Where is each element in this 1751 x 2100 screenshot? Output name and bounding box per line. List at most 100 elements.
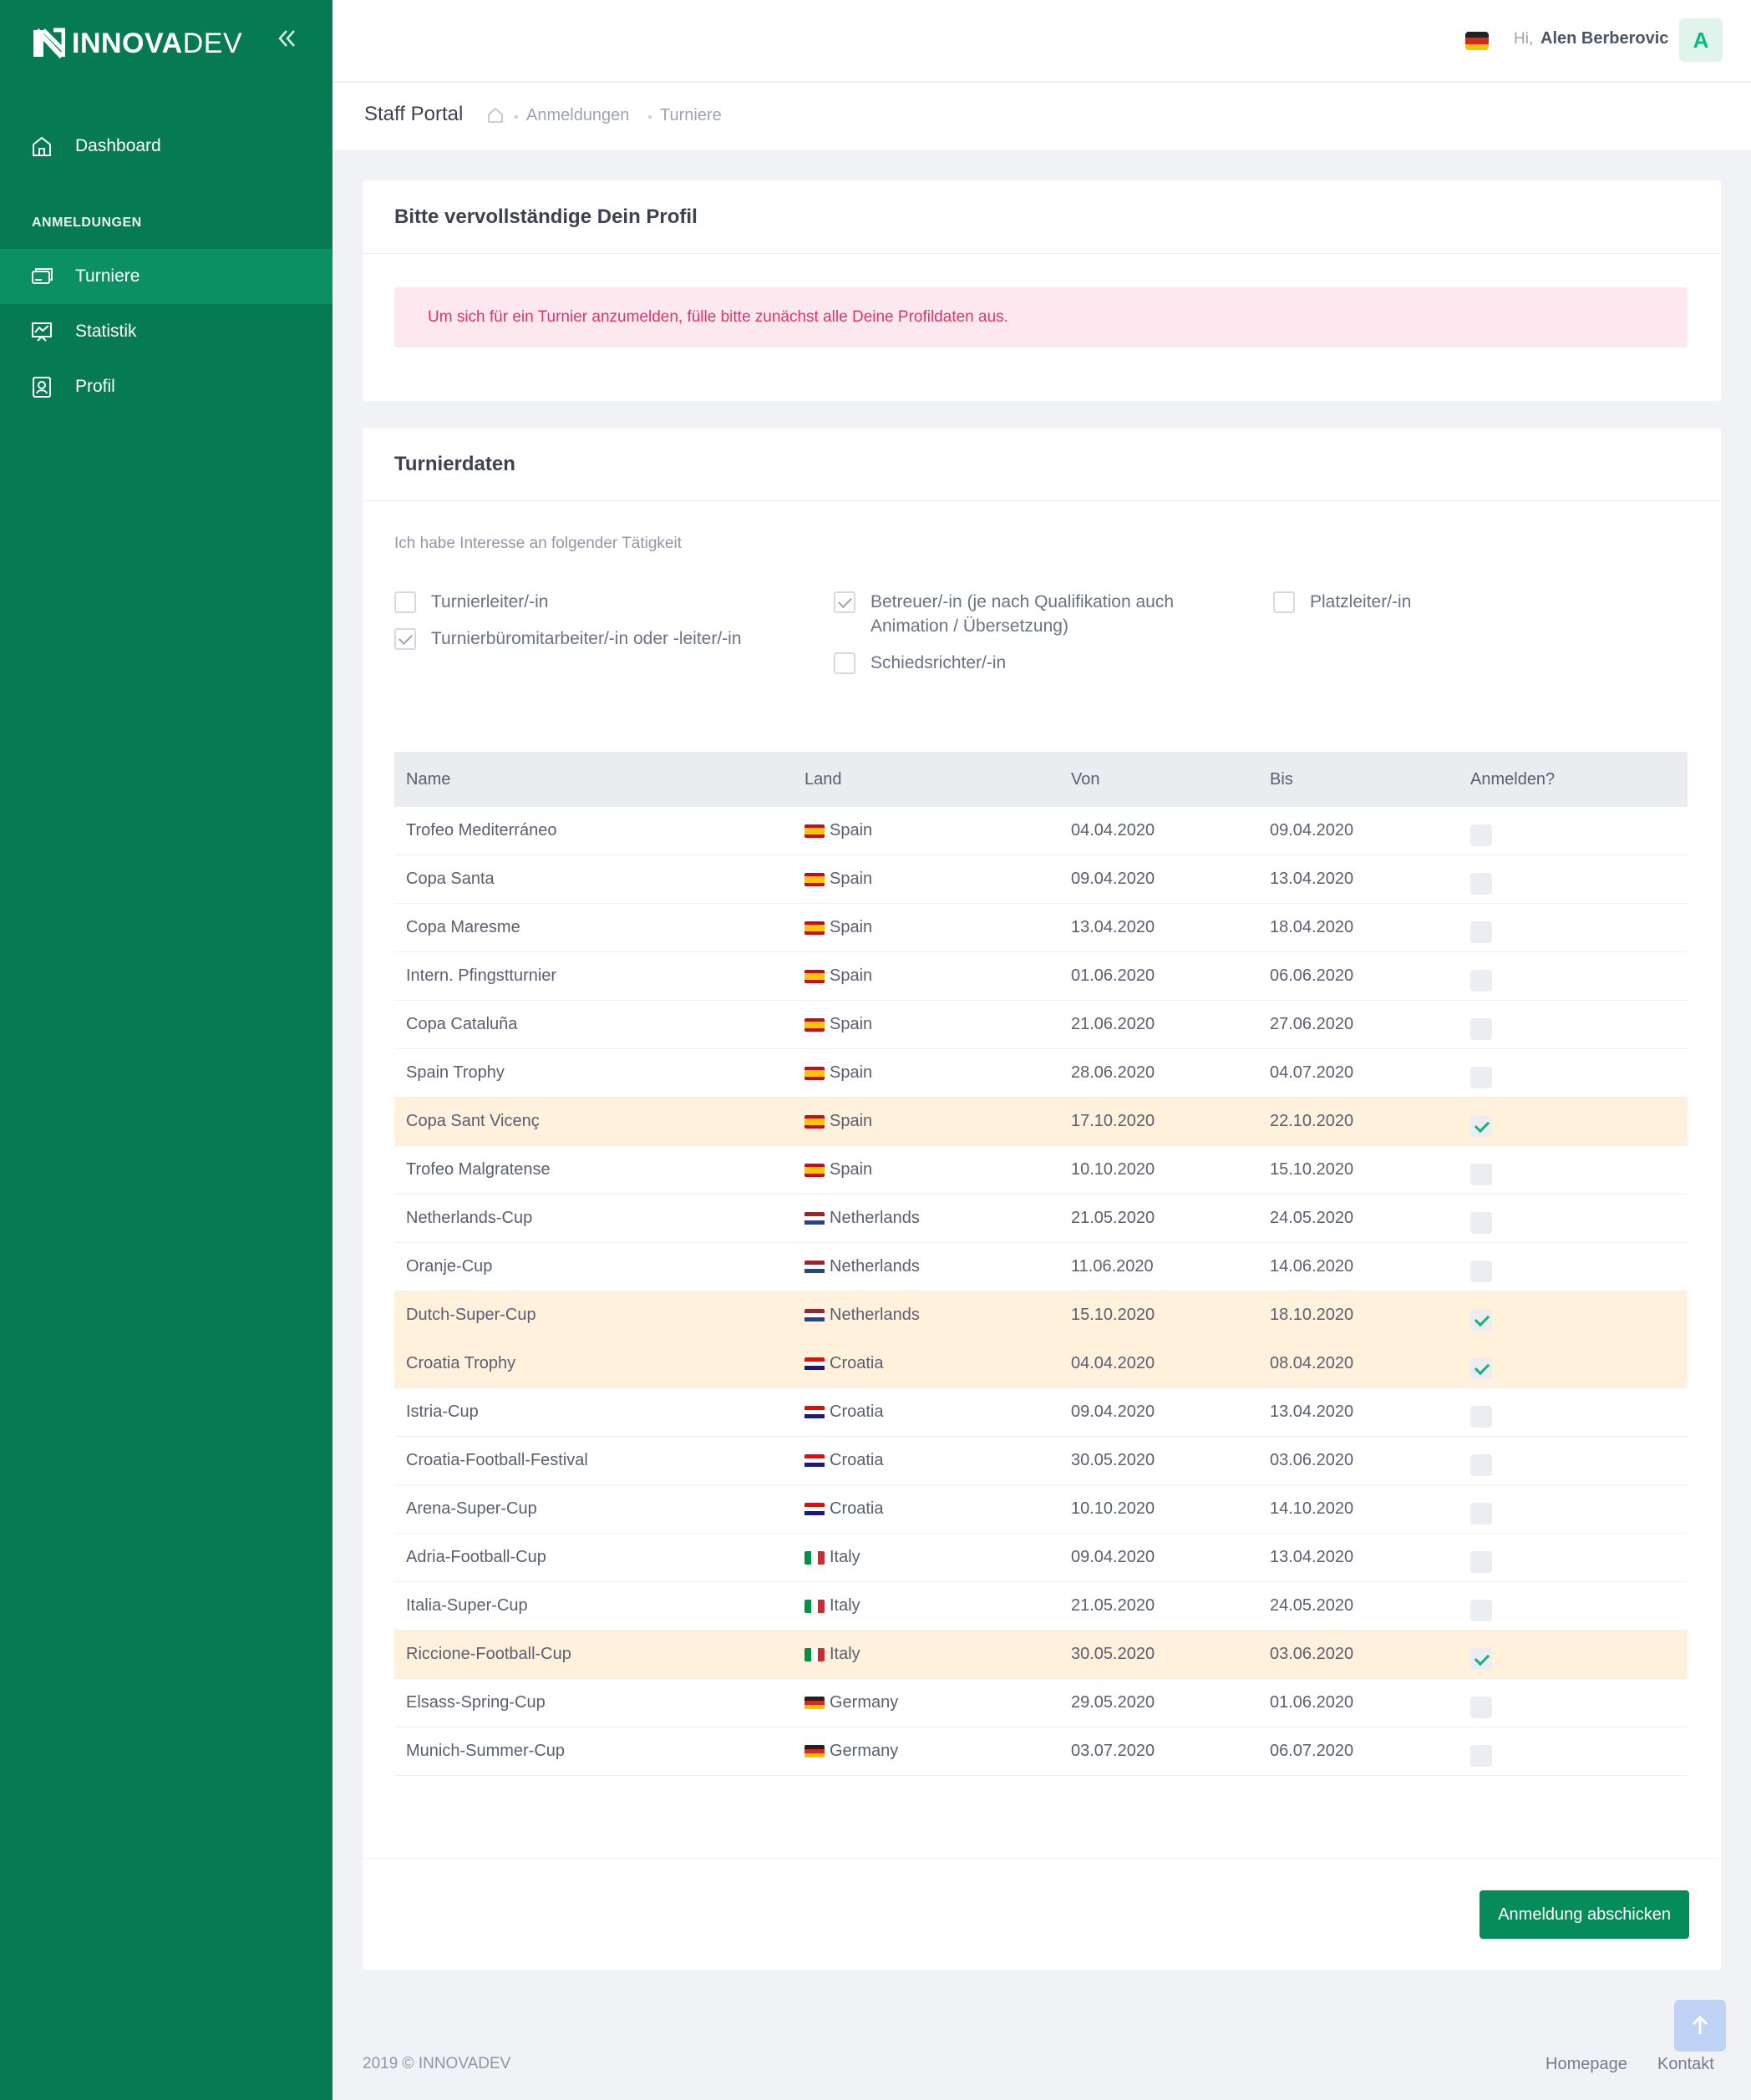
croatia-flag-icon (804, 1357, 825, 1371)
register-checkbox[interactable] (1470, 1405, 1492, 1428)
register-checkbox[interactable] (1470, 824, 1492, 846)
register-checkbox[interactable] (1470, 1357, 1492, 1379)
register-checkbox[interactable] (1470, 1066, 1492, 1088)
tournament-country: Spain (804, 966, 1071, 986)
breadcrumb-separator (648, 115, 652, 119)
tournament-country: Italy (804, 1645, 1071, 1664)
avatar[interactable]: A (1679, 18, 1723, 62)
tournament-country: Germany (804, 1742, 1071, 1761)
register-checkbox[interactable] (1470, 1017, 1492, 1040)
column-header-von[interactable]: Von (1071, 770, 1270, 789)
spain-flag-icon (804, 1114, 825, 1129)
tournament-name: Trofeo Malgratense (406, 1160, 551, 1179)
register-checkbox[interactable] (1470, 969, 1492, 992)
column-header-land[interactable]: Land (804, 770, 1071, 789)
tournament-name: Copa Cataluña (406, 1015, 518, 1033)
logo[interactable]: INNOVADEV (32, 25, 242, 62)
breadcrumb-anmeldungen[interactable]: Anmeldungen (526, 106, 629, 125)
submit-registration-button[interactable]: Anmeldung abschicken (1479, 1890, 1689, 1939)
footer-link-homepage[interactable]: Homepage (1545, 2055, 1627, 2074)
register-checkbox[interactable] (1470, 1550, 1492, 1573)
tournament-country: Italy (804, 1596, 1071, 1616)
germany-flag-icon (804, 1696, 825, 1710)
register-cell (1470, 1591, 1688, 1621)
collapse-sidebar-button[interactable] (272, 23, 302, 53)
register-checkbox[interactable] (1470, 1744, 1492, 1767)
statistics-icon (32, 322, 52, 342)
tournament-from-date: 21.05.2020 (1071, 1209, 1155, 1227)
tournament-country: Spain (804, 1160, 1071, 1179)
tournament-name: Netherlands-Cup (406, 1209, 533, 1227)
subheader: Staff Portal Anmeldungen Turniere (332, 83, 1751, 150)
scroll-to-top-button[interactable] (1674, 2000, 1726, 2052)
role-checkbox[interactable] (394, 591, 416, 613)
table-row: Adria-Football-Cup Italy 09.04.2020 13.04.2… (394, 1534, 1688, 1582)
tournament-to-date: 18.10.2020 (1270, 1306, 1354, 1324)
sidebar-item-dashboard[interactable]: Dashboard (0, 119, 332, 174)
spain-flag-icon (804, 921, 825, 935)
column-header-name[interactable]: Name (394, 770, 804, 789)
sidebar-item-turniere[interactable]: Turniere (0, 249, 332, 304)
language-flag-icon[interactable] (1465, 32, 1489, 50)
italy-flag-icon (804, 1599, 825, 1613)
role-checkbox[interactable] (394, 628, 416, 650)
role-checkbox[interactable] (834, 591, 855, 613)
tournament-country: Spain (804, 918, 1071, 937)
tournament-name: Arena-Super-Cup (406, 1499, 537, 1518)
profile-alert: Um sich für ein Turnier anzumelden, füll… (394, 287, 1688, 347)
register-checkbox[interactable] (1470, 1211, 1492, 1234)
role-platzleiter[interactable]: Platzleiter/-in (1273, 590, 1411, 614)
spain-flag-icon (804, 969, 825, 983)
register-checkbox[interactable] (1470, 1696, 1492, 1718)
tournament-country: Netherlands (804, 1306, 1071, 1325)
column-header-anmelden: Anmelden? (1470, 769, 1556, 789)
user-name[interactable]: Alen Berberovic (1540, 29, 1668, 48)
sidebar-item-label: Profil (75, 377, 115, 396)
tournament-country: Croatia (804, 1403, 1071, 1422)
tournament-country: Croatia (804, 1354, 1071, 1373)
register-checkbox[interactable] (1470, 1502, 1492, 1524)
brand-name: INNOVADEV (72, 27, 243, 59)
tournament-country: Spain (804, 870, 1071, 889)
table-row: Copa Maresme Spain 13.04.2020 18.04.2020 (394, 904, 1688, 952)
page-footer: 2019 © INNOVADEV Homepage Kontakt (332, 2028, 1751, 2100)
register-cell (1470, 1349, 1688, 1379)
footer-link-kontakt[interactable]: Kontakt (1657, 2055, 1714, 2074)
register-checkbox[interactable] (1470, 1163, 1492, 1185)
register-checkbox[interactable] (1470, 1308, 1492, 1331)
tournament-to-date: 18.04.2020 (1270, 918, 1354, 936)
tournament-country: Italy (804, 1548, 1071, 1567)
role-betreuer[interactable]: Betreuer/-in (je nach Qualifikation auch… (834, 590, 1174, 638)
role-checkbox[interactable] (834, 652, 855, 674)
register-checkbox[interactable] (1470, 1260, 1492, 1282)
tournament-to-date: 22.10.2020 (1270, 1112, 1354, 1130)
register-cell (1470, 1494, 1688, 1524)
register-checkbox[interactable] (1470, 1647, 1492, 1670)
home-icon[interactable] (486, 106, 505, 124)
sidebar-item-profil[interactable]: Profil (0, 359, 332, 414)
register-cell (1470, 961, 1688, 992)
role-turnierbuero[interactable]: Turnierbüromitarbeiter/-in oder -leiter/… (394, 626, 742, 651)
breadcrumb-turniere[interactable]: Turniere (660, 106, 722, 125)
sidebar-item-label: Dashboard (75, 136, 161, 155)
sidebar-item-statistik[interactable]: Statistik (0, 304, 332, 359)
tournament-name: Trofeo Mediterráneo (406, 821, 557, 839)
role-schiedsrichter[interactable]: Schiedsrichter/-in (834, 651, 1006, 675)
tournament-from-date: 21.06.2020 (1071, 1015, 1155, 1033)
register-checkbox[interactable] (1470, 1114, 1492, 1137)
tournament-to-date: 08.04.2020 (1270, 1354, 1354, 1372)
role-turnierleiter[interactable]: Turnierleiter/-in (394, 590, 548, 614)
role-checkbox[interactable] (1273, 591, 1295, 613)
register-checkbox[interactable] (1470, 872, 1492, 895)
table-row: Intern. Pfingstturnier Spain 01.06.2020 06.… (394, 952, 1688, 1001)
column-header-bis[interactable]: Bis (1270, 770, 1470, 789)
table-row: Elsass-Spring-Cup Germany 29.05.2020 01.06.… (394, 1679, 1688, 1727)
tournament-from-date: 17.10.2020 (1071, 1112, 1155, 1130)
register-checkbox[interactable] (1470, 921, 1492, 943)
arrow-up-icon (1692, 2015, 1708, 2034)
table-row: Riccione-Football-Cup Italy 30.05.2020 03.0… (394, 1631, 1688, 1679)
tournament-from-date: 09.04.2020 (1071, 1403, 1155, 1421)
register-checkbox[interactable] (1470, 1599, 1492, 1621)
register-cell (1470, 913, 1688, 943)
register-checkbox[interactable] (1470, 1453, 1492, 1476)
